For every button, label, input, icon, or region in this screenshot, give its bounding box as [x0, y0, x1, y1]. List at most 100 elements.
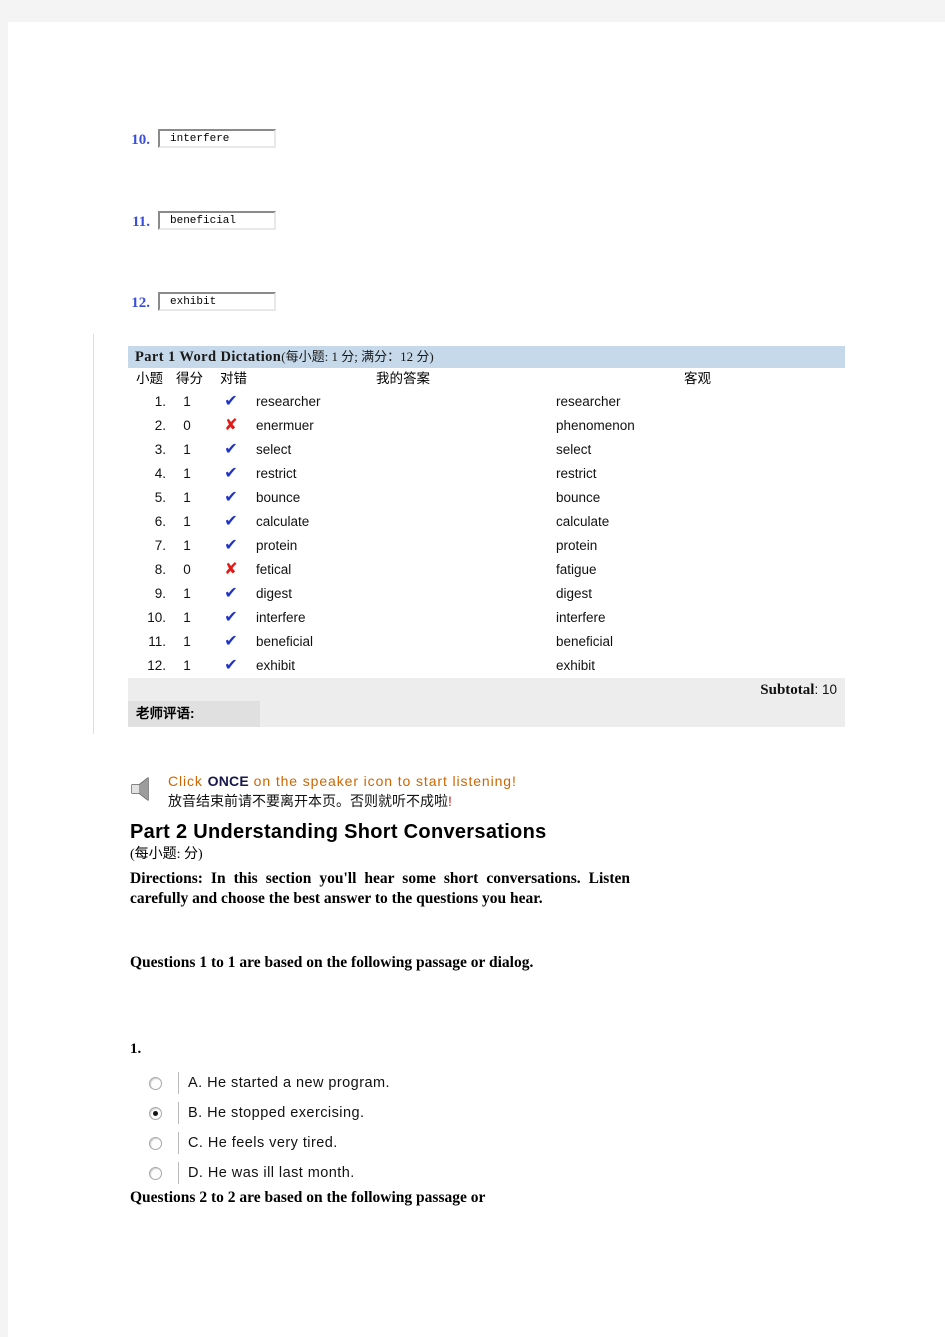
row-my-answer: exhibit [256, 658, 296, 673]
score-table-body: 1. 1 ✔ researcher researcher 2. 0 ✘ enermuer phen… [128, 390, 845, 678]
option-divider [178, 1162, 179, 1184]
option-label: D. He was ill last month. [188, 1165, 355, 1181]
radio-button-b[interactable] [149, 1106, 162, 1120]
incorrect-icon: ✘ [224, 417, 238, 434]
row-objective-answer: researcher [556, 394, 621, 409]
table-row: 6. 1 ✔ calculate calculate [128, 510, 845, 534]
speaker-note: Click ONCE on the speaker icon to start … [128, 770, 688, 811]
row-score: 0 [183, 562, 191, 577]
row-number: 6. [154, 514, 166, 529]
row-objective-answer: exhibit [556, 658, 596, 673]
question-group-heading-1: Questions 1 to 1 are based on the follow… [130, 954, 534, 971]
word-input-12[interactable]: exhibit [158, 292, 276, 311]
correct-icon: ✔ [224, 633, 238, 650]
correct-icon: ✔ [224, 609, 238, 626]
speaker-note-line-en: Click ONCE on the speaker icon to start … [168, 772, 517, 791]
word-entry-10: 10. interfere [118, 129, 276, 151]
option-row[interactable]: C. He feels very tired. [142, 1128, 562, 1158]
row-score: 1 [183, 634, 191, 649]
row-my-answer: calculate [256, 514, 310, 529]
question-1-options: A. He started a new program. B. He stoppe… [142, 1068, 562, 1188]
option-divider [178, 1132, 179, 1154]
speaker-note-emphasis: ONCE [207, 773, 249, 789]
col-header-correctness: 对错 [220, 371, 247, 386]
option-row[interactable]: D. He was ill last month. [142, 1158, 562, 1188]
subtotal-value: : 10 [814, 682, 837, 697]
part2-title: Part 2 Understanding Short Conversations [130, 821, 547, 843]
teacher-comment-row: 老师评语: [128, 701, 845, 727]
option-row[interactable]: B. He stopped exercising. [142, 1098, 562, 1128]
row-my-answer: restrict [256, 466, 297, 481]
word-entry-number: 10. [131, 132, 150, 148]
teacher-comment-value [260, 701, 845, 727]
col-header-objective: 客观 [684, 371, 711, 386]
table-row: 8. 0 ✘ fetical fatigue [128, 558, 845, 582]
table-row: 2. 0 ✘ enermuer phenomenon [128, 414, 845, 438]
row-score: 0 [183, 418, 191, 433]
option-label: B. He stopped exercising. [188, 1105, 365, 1121]
row-my-answer: interfere [256, 610, 306, 625]
page-left-margin [0, 22, 8, 1337]
word-input-10[interactable]: interfere [158, 129, 276, 148]
correct-icon: ✔ [224, 513, 238, 530]
left-vertical-rule [93, 334, 94, 734]
option-row[interactable]: A. He started a new program. [142, 1068, 562, 1098]
part2-section: Part 2 Understanding Short Conversations… [130, 819, 650, 909]
row-score: 1 [183, 466, 191, 481]
document-page: 10. interfere 11. beneficial 12. exhibit… [8, 22, 945, 1337]
radio-button-c[interactable] [149, 1136, 162, 1150]
row-number: 2. [154, 418, 166, 433]
col-header-number: 小题 [136, 371, 163, 386]
col-header-score: 得分 [176, 371, 203, 386]
part2-directions: Directions: In this section you'll hear … [130, 870, 630, 907]
row-number: 12. [147, 658, 166, 673]
table-row: 3. 1 ✔ select select [128, 438, 845, 462]
option-divider [178, 1102, 179, 1124]
row-score: 1 [183, 394, 191, 409]
option-divider [178, 1072, 179, 1094]
row-number: 5. [154, 490, 166, 505]
table-row: 12. 1 ✔ exhibit exhibit [128, 654, 845, 678]
table-row: 7. 1 ✔ protein protein [128, 534, 845, 558]
correct-icon: ✔ [224, 657, 238, 674]
row-number: 8. [154, 562, 166, 577]
table-row: 5. 1 ✔ bounce bounce [128, 486, 845, 510]
table-row: 9. 1 ✔ digest digest [128, 582, 845, 606]
correct-icon: ✔ [224, 441, 238, 458]
speaker-note-pre: Click [168, 773, 208, 789]
question-1-number: 1. [130, 1041, 142, 1057]
row-number: 10. [147, 610, 166, 625]
row-objective-answer: protein [556, 538, 598, 553]
row-my-answer: bounce [256, 490, 301, 505]
score-table-points-note: (每小题: 1 分; 满分：12 分) [281, 349, 434, 364]
score-table: Part 1 Word Dictation(每小题: 1 分; 满分：12 分)… [128, 346, 845, 727]
subtotal-label: Subtotal [760, 682, 815, 698]
word-entry-number: 11. [132, 214, 150, 230]
row-objective-answer: restrict [556, 466, 597, 481]
word-input-11[interactable]: beneficial [158, 211, 276, 230]
speaker-icon[interactable] [128, 772, 162, 806]
row-objective-answer: select [556, 442, 592, 457]
table-row: 10. 1 ✔ interfere interfere [128, 606, 845, 630]
word-entry-12: 12. exhibit [118, 292, 276, 314]
row-number: 7. [154, 538, 166, 553]
radio-button-d[interactable] [149, 1166, 162, 1180]
row-objective-answer: digest [556, 586, 593, 601]
row-number: 1. [154, 394, 166, 409]
correct-icon: ✔ [224, 465, 238, 482]
correct-icon: ✔ [224, 393, 238, 410]
radio-button-a[interactable] [149, 1076, 162, 1090]
option-label: A. He started a new program. [188, 1075, 390, 1091]
row-score: 1 [183, 538, 191, 553]
teacher-comment-label: 老师评语: [128, 701, 260, 727]
row-objective-answer: fatigue [556, 562, 597, 577]
speaker-note-text: Click ONCE on the speaker icon to start … [162, 770, 517, 811]
row-objective-answer: calculate [556, 514, 610, 529]
row-number: 11. [148, 634, 166, 649]
col-header-my-answer: 我的答案 [376, 371, 430, 386]
question-group-heading-2: Questions 2 to 2 are based on the follow… [130, 1189, 486, 1206]
row-score: 1 [183, 514, 191, 529]
row-my-answer: researcher [256, 394, 321, 409]
part2-subtitle: (每小题: 分) [130, 847, 203, 862]
speaker-note-cn-text: 放音结束前请不要离开本页。否则就听不成啦 [168, 793, 448, 809]
